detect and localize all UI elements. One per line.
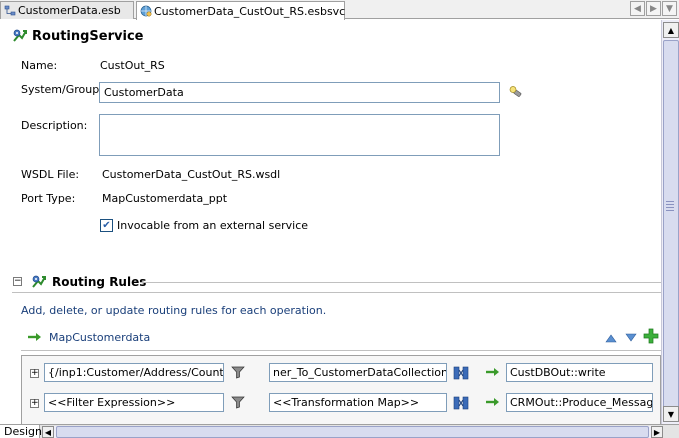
target-service-field[interactable]: CRMOut::Produce_Message: [506, 393, 653, 412]
routing-rules-icon: [31, 274, 47, 290]
tab-customerdata-esb[interactable]: CustomerData.esb: [0, 1, 134, 19]
scroll-up-button[interactable]: ▲: [663, 22, 679, 38]
description-field[interactable]: [99, 114, 500, 156]
expand-rule-toggle[interactable]: +: [30, 399, 39, 408]
expand-rule-toggle[interactable]: +: [30, 369, 39, 378]
filter-funnel-icon[interactable]: [231, 365, 245, 379]
tab-scroll-left-button[interactable]: ◀: [630, 1, 645, 16]
filter-expression-field[interactable]: <<Filter Expression>>: [44, 393, 224, 412]
routing-service-icon: [12, 28, 28, 44]
routing-service-header: RoutingService: [12, 28, 143, 44]
add-rule-icon[interactable]: [643, 328, 659, 344]
vertical-scroll-thumb[interactable]: [663, 40, 679, 413]
wsdl-file-label: WSDL File:: [21, 168, 80, 181]
routing-service-editor: RoutingService Name: CustOut_RS System/G…: [0, 20, 661, 424]
transformation-map-icon[interactable]: [453, 396, 469, 410]
horizontal-scroll-thumb[interactable]: [56, 426, 649, 438]
page-title: RoutingService: [32, 28, 144, 44]
filter-funnel-icon[interactable]: [231, 395, 245, 409]
horizontal-scrollbar[interactable]: ◀ ▶: [42, 426, 663, 438]
routing-rules-help-text: Add, delete, or update routing rules for…: [21, 304, 327, 317]
collapse-routing-rules-toggle[interactable]: −: [13, 277, 22, 286]
invocable-checkbox[interactable]: ✔: [100, 219, 113, 232]
section-title: Routing Rules: [52, 275, 147, 289]
section-divider: [140, 282, 661, 283]
design-tab[interactable]: Design: [0, 425, 42, 438]
system-group-label: System/Group:: [21, 83, 103, 96]
move-down-icon[interactable]: [624, 331, 638, 345]
wsdl-file-value: CustomerData_CustOut_RS.wsdl: [102, 168, 281, 181]
tab-customerdata-custout-rs[interactable]: CustomerData_CustOut_RS.esbsvc: [136, 1, 345, 20]
system-group-field[interactable]: CustomerData: [99, 82, 500, 103]
operation-arrow-icon: [27, 330, 43, 344]
target-service-field[interactable]: CustDBOut::write: [506, 363, 653, 382]
transformation-field[interactable]: <<Transformation Map>>: [269, 393, 447, 412]
editor-tab-bar: CustomerData.esb CustomerData_CustOut_RS…: [0, 0, 679, 20]
transformation-map-icon[interactable]: [453, 366, 469, 380]
tab-scroll-right-button[interactable]: ▶: [646, 1, 661, 16]
description-label: Description:: [21, 119, 88, 132]
bottom-bar: Design ◀ ▶: [0, 424, 679, 438]
scroll-left-button[interactable]: ◀: [42, 426, 54, 438]
name-value: CustOut_RS: [100, 59, 165, 72]
vertical-scrollbar[interactable]: ▲ ▼: [661, 20, 679, 424]
tab-list-button[interactable]: ▼: [662, 1, 677, 16]
scroll-grip-icon: [666, 201, 674, 211]
target-arrow-icon: [485, 395, 501, 409]
target-arrow-icon: [485, 365, 501, 379]
operation-name[interactable]: MapCustomerdata: [49, 331, 150, 344]
transformation-field[interactable]: ner_To_CustomerDataCollection.xsl: [269, 363, 447, 382]
browse-flashlight-icon[interactable]: [509, 85, 523, 99]
scroll-down-button[interactable]: ▼: [663, 406, 679, 422]
invocable-label: Invocable from an external service: [117, 219, 309, 232]
move-up-icon[interactable]: [604, 331, 618, 345]
globe-service-icon: [140, 5, 152, 17]
esb-diagram-icon: [4, 5, 16, 17]
port-type-label: Port Type:: [21, 192, 76, 205]
tab-label: CustomerData.esb: [18, 4, 121, 17]
name-label: Name:: [21, 59, 58, 72]
routing-rules-header: Routing Rules: [31, 274, 146, 290]
scroll-right-button[interactable]: ▶: [651, 426, 663, 438]
section-divider: [12, 292, 661, 293]
filter-expression-field[interactable]: {/inp1:Customer/Address/Country =: [44, 363, 224, 382]
port-type-value: MapCustomerdata_ppt: [102, 192, 228, 205]
operation-divider: [21, 350, 661, 351]
tab-label: CustomerData_CustOut_RS.esbsvc: [154, 4, 346, 18]
